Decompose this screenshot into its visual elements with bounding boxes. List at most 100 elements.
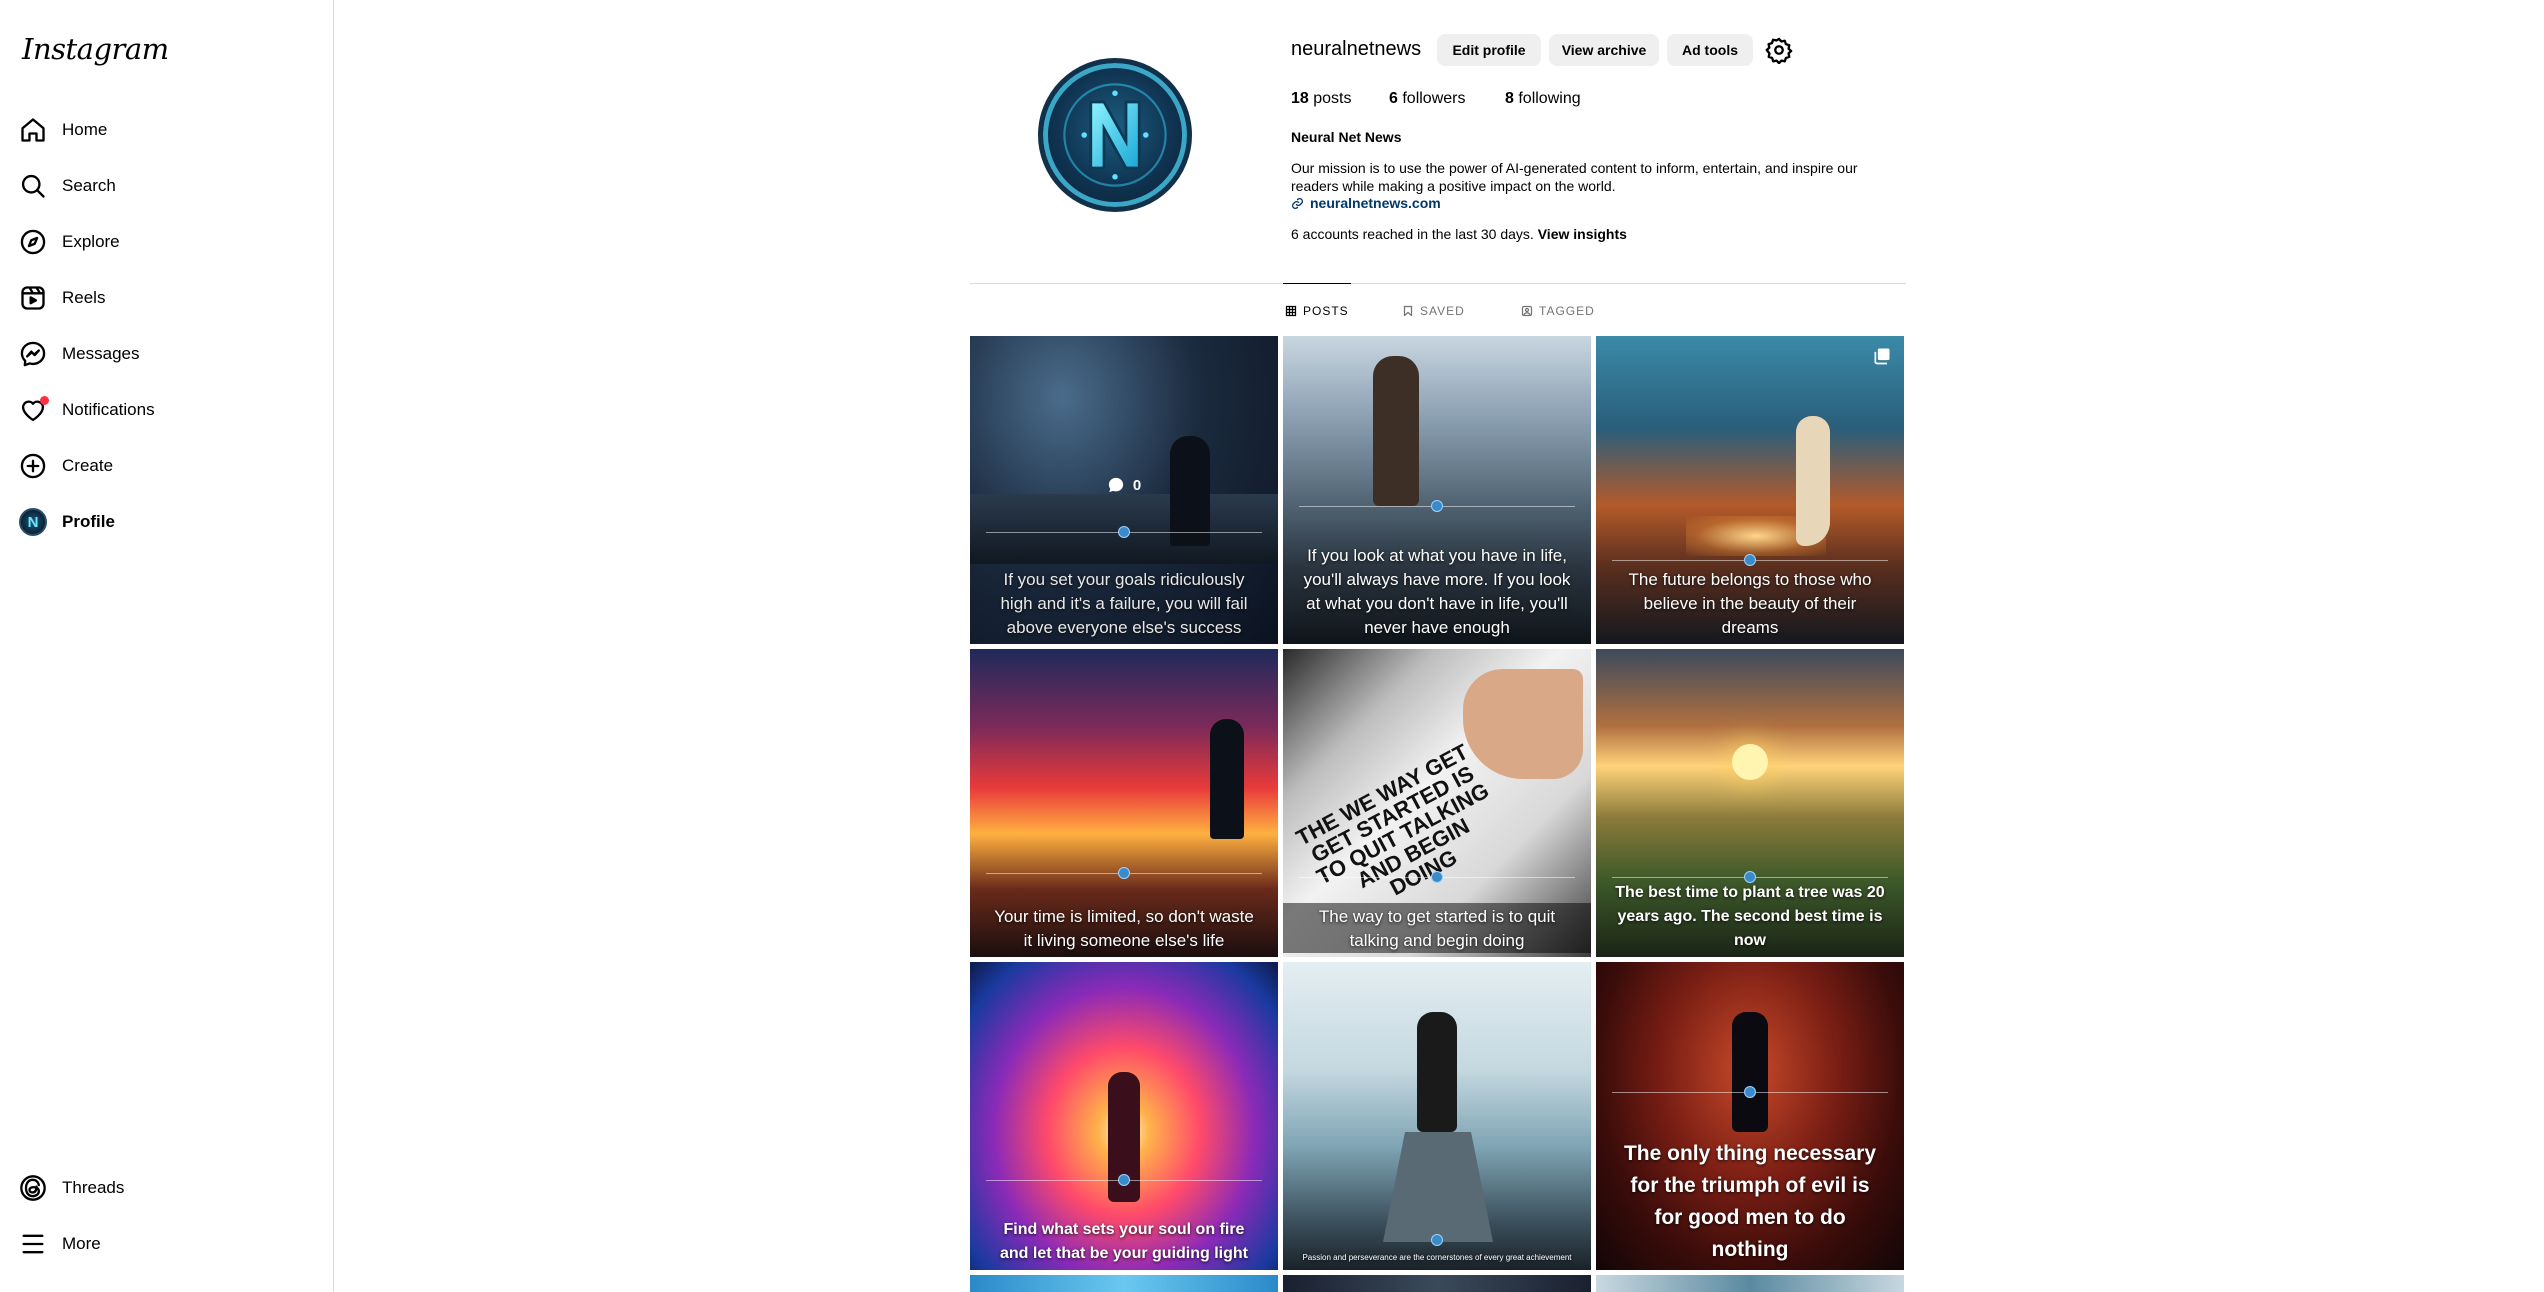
sun [1732, 744, 1768, 780]
following-count-value: 8 [1505, 90, 1514, 107]
tagged-user-icon [1521, 305, 1533, 316]
post-caption: Your time is limited, so don't waste it … [994, 907, 1254, 950]
person-silhouette [1210, 719, 1244, 839]
watermark-logo [1118, 526, 1130, 538]
person-figure [1373, 356, 1419, 506]
sidebar-item-label: Home [62, 120, 108, 139]
multi-post-icon [1874, 348, 1890, 365]
watermark-logo [1118, 867, 1130, 879]
tab-label: POSTS [1303, 303, 1349, 318]
post-caption: The way to get started is to quit talkin… [1283, 903, 1591, 953]
sidebar-item-label: Messages [62, 344, 140, 363]
link-icon [1291, 197, 1304, 209]
post-caption: Passion and perseverance are the corners… [1302, 1253, 1572, 1262]
tab-posts[interactable]: POSTS [1283, 283, 1351, 337]
home-icon [16, 113, 50, 147]
comment-count: 0 [1132, 476, 1142, 494]
profile-avatar[interactable] [1038, 58, 1192, 212]
neural-n-logo [1063, 83, 1167, 187]
tab-saved[interactable]: SAVED [1402, 283, 1465, 337]
post-tile[interactable]: If you look at what you have in life, yo… [1283, 336, 1591, 644]
followers-link[interactable]: 6 followers [1389, 90, 1465, 108]
avatar-wrap: N [16, 505, 50, 539]
post-caption: If you look at what you have in life, yo… [1303, 546, 1571, 637]
sidebar-item-label: Reels [62, 288, 106, 307]
sidebar-item-label: Search [62, 176, 116, 195]
post-tile[interactable]: The only thing necessary for the triumph… [1596, 962, 1904, 1270]
writing-hand [1463, 669, 1583, 779]
avatar: N [19, 508, 47, 536]
man-silhouette [1732, 1012, 1768, 1132]
post-caption: If you set your goals ridiculously high … [1000, 570, 1248, 637]
insights-summary: 6 accounts reached in the last 30 days. [1291, 226, 1538, 242]
posts-count-label: posts [1308, 90, 1352, 107]
instagram-logo[interactable]: Instagram [22, 32, 169, 66]
messenger-icon [16, 337, 50, 371]
followers-count-value: 6 [1389, 90, 1398, 107]
post-caption: The only thing necessary for the triumph… [1623, 1142, 1877, 1261]
post-tile[interactable] [1283, 1275, 1591, 1292]
post-tile[interactable] [1596, 1275, 1904, 1292]
watermark-logo [1744, 554, 1756, 566]
profile-full-name: Neural Net News [1291, 129, 1402, 145]
comment-icon [1108, 477, 1123, 493]
sidebar-item-search[interactable]: Search [14, 162, 314, 210]
sidebar-item-messages[interactable]: Messages [14, 330, 314, 378]
post-tile[interactable]: The future belongs to those who believe … [1596, 336, 1904, 644]
profile-bio: Our mission is to use the power of AI-ge… [1291, 160, 1858, 194]
profile-website-link[interactable]: neuralnetnews.com [1291, 195, 1441, 211]
post-tile[interactable] [970, 1275, 1278, 1292]
sidebar-item-label: Create [62, 456, 114, 475]
search-icon [16, 169, 50, 203]
view-archive-button[interactable]: View archive [1549, 34, 1659, 66]
following-link[interactable]: 8 following [1505, 90, 1581, 108]
watermark-logo [1118, 1174, 1130, 1186]
insights-text: 6 accounts reached in the last 30 days. … [1291, 226, 1627, 242]
post-tile[interactable]: The best time to plant a tree was 20 yea… [1596, 649, 1904, 957]
post-caption: The best time to plant a tree was 20 yea… [1615, 884, 1885, 949]
post-tile[interactable]: Passion and perseverance are the corners… [1283, 962, 1591, 1270]
tab-label: SAVED [1420, 303, 1465, 318]
woman-figure [1796, 416, 1830, 546]
post-tile[interactable]: Your time is limited, so don't waste it … [970, 649, 1278, 957]
ad-tools-button[interactable]: Ad tools [1667, 34, 1753, 66]
post-caption: The future belongs to those who believe … [1628, 570, 1872, 637]
post-tile[interactable]: 0 If you set your goals ridiculously hig… [970, 336, 1278, 644]
threads-icon [16, 1171, 50, 1205]
climber-silhouette [1417, 1012, 1457, 1132]
post-tile[interactable]: Find what sets your soul on fire and let… [970, 962, 1278, 1270]
watermark-logo [1431, 500, 1443, 512]
posts-count-value: 18 [1291, 90, 1309, 107]
bookmark-icon [1403, 305, 1413, 316]
post-tile[interactable]: THE WE WAY GET GET STARTED IS TO QUIT TA… [1283, 649, 1591, 957]
sidebar-item-label: Threads [62, 1178, 125, 1197]
sidebar-item-profile[interactable]: N Profile [14, 498, 314, 546]
followers-count-label: followers [1397, 90, 1466, 107]
sidebar-item-threads[interactable]: Threads [14, 1164, 314, 1212]
tab-tagged[interactable]: TAGGED [1521, 283, 1595, 337]
watermark-logo [1431, 1234, 1443, 1246]
view-insights-link[interactable]: View insights [1538, 226, 1627, 242]
website-text: neuralnetnews.com [1310, 195, 1441, 211]
watermark-logo [1744, 1086, 1756, 1098]
sidebar-item-home[interactable]: Home [14, 106, 314, 154]
watermark-logo [1431, 871, 1443, 883]
sidebar-item-reels[interactable]: Reels [14, 274, 314, 322]
sidebar-item-explore[interactable]: Explore [14, 218, 314, 266]
sidebar-item-label: Explore [62, 232, 120, 251]
posts-count: 18 posts [1291, 90, 1351, 108]
reels-icon [16, 281, 50, 315]
sidebar: Instagram Home Search Explore Reels Mess… [0, 0, 334, 1292]
compass-icon [16, 225, 50, 259]
rock-peak [1383, 1132, 1493, 1242]
comment-count-overlay: 0 [970, 476, 1278, 494]
grid-icon [1285, 305, 1297, 316]
sidebar-item-create[interactable]: Create [14, 442, 314, 490]
edit-profile-button[interactable]: Edit profile [1437, 34, 1541, 66]
sidebar-item-more[interactable]: More [14, 1220, 314, 1268]
notification-dot [40, 396, 49, 405]
gear-icon[interactable] [1765, 36, 1793, 64]
profile-username: neuralnetnews [1291, 38, 1422, 60]
sidebar-item-label: Notifications [62, 400, 155, 419]
sidebar-item-notifications[interactable]: Notifications [14, 386, 314, 434]
